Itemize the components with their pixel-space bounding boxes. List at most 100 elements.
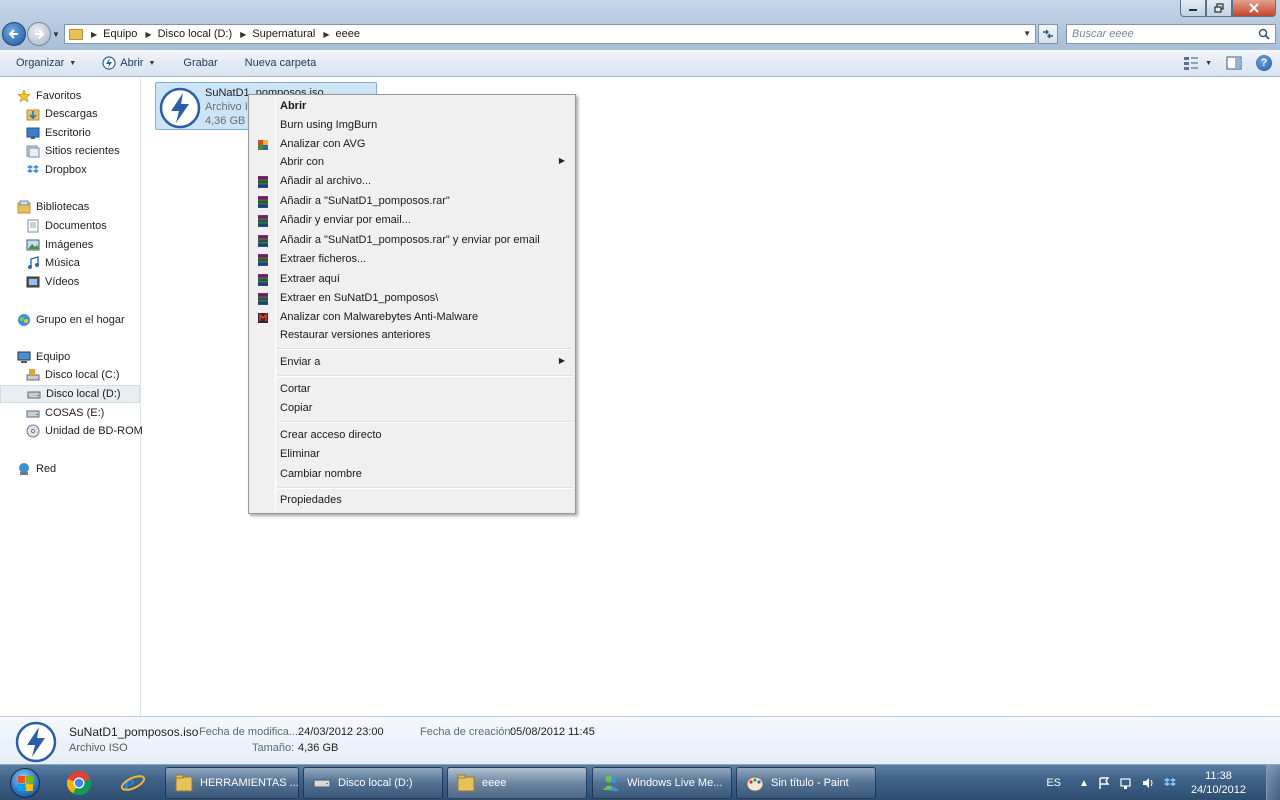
menu-item-open-with[interactable]: Abrir con ▶ <box>251 153 573 172</box>
address-dropdown-icon[interactable]: ▼ <box>1023 29 1031 38</box>
ie-pinned-button[interactable]: e <box>114 767 152 799</box>
close-button[interactable] <box>1232 0 1276 17</box>
breadcrumb-item[interactable]: eeee <box>335 28 359 40</box>
nav-label: Grupo en el hogar <box>36 314 125 326</box>
menu-label: Cortar <box>280 383 311 395</box>
nav-label: Música <box>45 257 80 269</box>
nav-favorites[interactable]: Favoritos <box>0 87 140 105</box>
nav-drive-e[interactable]: COSAS (E:) <box>0 404 140 422</box>
refresh-button[interactable] <box>1038 24 1058 44</box>
volume-icon[interactable] <box>1141 776 1155 790</box>
nav-computer[interactable]: Equipo <box>0 348 140 366</box>
network-tray-icon[interactable] <box>1119 776 1133 790</box>
menu-item-copy[interactable]: Copiar <box>251 399 573 418</box>
menu-item-create-shortcut[interactable]: Crear acceso directo <box>251 426 573 445</box>
forward-button[interactable] <box>27 22 51 46</box>
back-button[interactable] <box>2 22 26 46</box>
nav-drive-d[interactable]: Disco local (D:) <box>0 385 140 403</box>
menu-item-avg-scan[interactable]: Analizar con AVG <box>251 135 573 154</box>
menu-item-properties[interactable]: Propiedades <box>251 491 573 510</box>
menu-label: Crear acceso directo <box>280 429 382 441</box>
taskbar-window-disco-local[interactable]: Disco local (D:) <box>303 767 443 799</box>
nav-drive-c[interactable]: Disco local (C:) <box>0 366 140 384</box>
view-controls: ▼ ? <box>1183 55 1272 71</box>
folder-icon <box>457 774 475 792</box>
preview-pane-icon[interactable] <box>1226 56 1242 70</box>
organize-menu[interactable]: Organizar ▼ <box>16 57 76 69</box>
chevron-right-icon[interactable]: ▶ <box>145 30 151 39</box>
view-options-button[interactable]: ▼ <box>1183 56 1212 70</box>
address-bar[interactable]: ▶ Equipo ▶ Disco local (D:) ▶ Supernatur… <box>64 24 1036 44</box>
taskbar-window-paint[interactable]: Sin título - Paint <box>736 767 876 799</box>
menu-item-cut[interactable]: Cortar <box>251 380 573 399</box>
menu-item-malwarebytes-scan[interactable]: Analizar con Malwarebytes Anti-Malware <box>251 308 573 327</box>
nav-network[interactable]: Red <box>0 460 140 478</box>
nav-videos[interactable]: Vídeos <box>0 273 140 291</box>
chrome-pinned-button[interactable] <box>60 767 98 799</box>
nav-homegroup[interactable]: Grupo en el hogar <box>0 311 140 329</box>
new-folder-button[interactable]: Nueva carpeta <box>245 57 317 69</box>
music-icon <box>28 256 39 269</box>
menu-item-open[interactable]: Abrir <box>251 97 573 116</box>
help-icon[interactable]: ? <box>1256 55 1272 71</box>
nav-dropbox[interactable]: Dropbox <box>0 161 140 179</box>
nav-libraries[interactable]: Bibliotecas <box>0 198 140 216</box>
dropbox-tray-icon[interactable] <box>1163 776 1177 790</box>
menu-item-extract-to-folder[interactable]: Extraer en SuNatD1_pomposos\ <box>251 289 573 308</box>
search-box[interactable]: Buscar eeee <box>1066 24 1276 44</box>
winrar-icon <box>258 254 268 266</box>
menu-item-add-to-rar[interactable]: Añadir a "SuNatD1_pomposos.rar" <box>251 192 573 211</box>
chevron-right-icon[interactable]: ▶ <box>323 30 329 39</box>
menu-item-burn-imgburn[interactable]: Burn using ImgBurn <box>251 116 573 135</box>
breadcrumb-item[interactable]: Equipo <box>103 28 137 40</box>
menu-item-restore-versions[interactable]: Restaurar versiones anteriores <box>251 326 573 345</box>
libraries-icon <box>17 200 31 214</box>
taskbar-window-live-messenger[interactable]: Windows Live Me... <box>592 767 732 799</box>
maximize-button[interactable] <box>1206 0 1232 17</box>
show-desktop-button[interactable] <box>1266 765 1280 800</box>
minimize-button[interactable] <box>1180 0 1206 17</box>
chevron-right-icon[interactable]: ▶ <box>240 30 246 39</box>
nav-label: Disco local (C:) <box>45 369 120 381</box>
nav-downloads[interactable]: Descargas <box>0 105 140 123</box>
nav-label: Bibliotecas <box>36 201 90 213</box>
breadcrumb-item[interactable]: Disco local (D:) <box>158 28 233 40</box>
action-center-flag-icon[interactable] <box>1097 776 1111 790</box>
search-input[interactable]: Buscar eeee <box>1072 28 1257 40</box>
search-icon[interactable] <box>1257 27 1271 41</box>
title-bar: ▼ ▶ Equipo ▶ Disco local (D:) ▶ Supernat… <box>0 0 1280 50</box>
menu-item-extract-files[interactable]: Extraer ficheros... <box>251 250 573 269</box>
menu-item-rename[interactable]: Cambiar nombre <box>251 465 573 484</box>
winrar-icon <box>258 215 268 227</box>
nav-documents[interactable]: Documentos <box>0 217 140 235</box>
chevron-right-icon[interactable]: ▶ <box>91 30 97 39</box>
nav-images[interactable]: Imágenes <box>0 236 140 254</box>
menu-item-add-to-archive[interactable]: Añadir al archivo... <box>251 172 573 191</box>
menu-item-send-to[interactable]: Enviar a ▶ <box>251 353 573 372</box>
start-button[interactable] <box>3 766 47 800</box>
menu-item-add-and-email[interactable]: Añadir y enviar por email... <box>251 211 573 230</box>
menu-label: Añadir a "SuNatD1_pomposos.rar" y enviar… <box>280 234 540 246</box>
nav-drive-bd[interactable]: Unidad de BD-ROM <box>0 422 143 440</box>
recent-pages-dropdown[interactable]: ▼ <box>52 30 60 39</box>
daemon-tools-icon <box>159 87 201 129</box>
taskbar-window-eeee[interactable]: eeee <box>447 767 587 799</box>
nav-music[interactable]: Música <box>0 254 140 272</box>
chevron-down-icon: ▼ <box>69 59 77 67</box>
details-modified-value: 24/03/2012 23:00 <box>298 726 384 738</box>
menu-item-extract-here[interactable]: Extraer aquí <box>251 270 573 289</box>
taskbar-window-herramientas[interactable]: HERRAMIENTAS ... <box>165 767 299 799</box>
show-hidden-icons-icon[interactable]: ▲ <box>1079 778 1089 789</box>
menu-item-add-rar-and-email[interactable]: Añadir a "SuNatD1_pomposos.rar" y enviar… <box>251 231 573 250</box>
chevron-down-icon: ▼ <box>1205 59 1212 67</box>
nav-desktop[interactable]: Escritorio <box>0 124 140 142</box>
burn-button[interactable]: Grabar <box>183 57 217 69</box>
window-controls <box>1180 0 1276 17</box>
language-indicator[interactable]: ES <box>1046 777 1061 789</box>
network-icon <box>19 463 29 475</box>
menu-item-delete[interactable]: Eliminar <box>251 445 573 464</box>
clock[interactable]: 11:38 24/10/2012 <box>1191 769 1246 797</box>
nav-recent[interactable]: Sitios recientes <box>0 142 140 160</box>
open-menu[interactable]: Abrir ▼ <box>102 56 155 70</box>
breadcrumb-item[interactable]: Supernatural <box>252 28 315 40</box>
